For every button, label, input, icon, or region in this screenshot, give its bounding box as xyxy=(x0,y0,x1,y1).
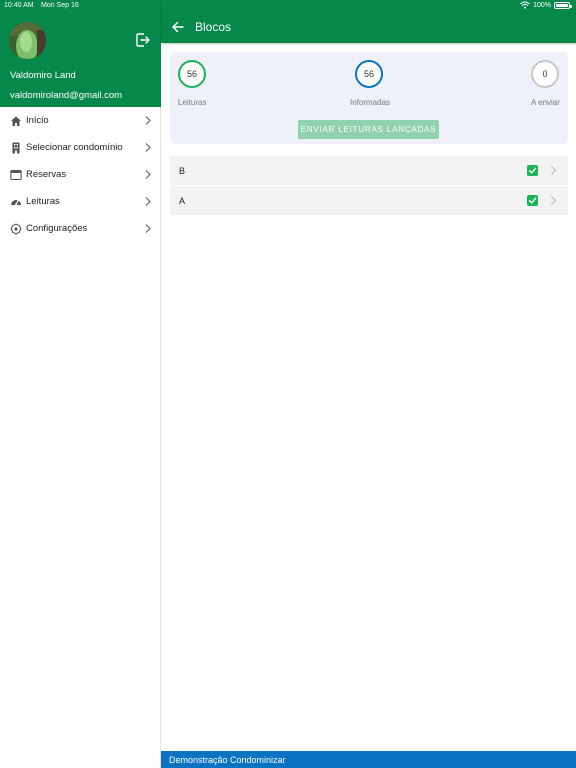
calendar-icon xyxy=(10,169,22,181)
chevron-right-icon xyxy=(551,166,557,175)
chevron-right-icon xyxy=(145,197,151,206)
a-enviar-ring: 0 xyxy=(531,60,559,88)
sidebar-item-label: Início xyxy=(26,115,49,126)
sidebar-item-label: Reservas xyxy=(26,169,67,180)
chevron-right-icon xyxy=(551,196,557,205)
stat-informadas: 56 Informadas xyxy=(350,60,391,107)
send-readings-button[interactable]: ENVIAR LEITURAS LANÇADAS xyxy=(298,120,439,139)
sidebar-item-reservas[interactable]: Reservas xyxy=(0,161,161,188)
page-title: Blocos xyxy=(195,20,232,34)
wifi-icon xyxy=(520,1,530,9)
readings-summary-card: 56 Leituras 56 Informadas 0 A enviar ENV… xyxy=(170,52,568,144)
sidebar-item-label: Configurações xyxy=(26,223,88,234)
status-date: Mon Sep 16 xyxy=(41,2,79,9)
footer-condominium-name: Demonstração Condominizar xyxy=(169,755,286,765)
back-arrow-icon[interactable] xyxy=(171,20,185,34)
sidebar-item-label: Selecionar condomínio xyxy=(26,142,123,153)
informadas-ring: 56 xyxy=(355,60,383,88)
gear-icon xyxy=(10,223,22,235)
informadas-label: Informadas xyxy=(350,98,391,107)
gauge-icon xyxy=(10,196,22,208)
logout-icon[interactable] xyxy=(135,32,151,48)
sidebar-item-configuracoes[interactable]: Configurações xyxy=(0,215,161,242)
battery-icon xyxy=(554,1,572,9)
a-enviar-label: A enviar xyxy=(531,98,560,107)
stat-a-enviar: 0 A enviar xyxy=(531,60,560,107)
sidebar: Valdomiro Land valdomiroland@gmail.com I… xyxy=(0,0,161,768)
stat-leituras: 56 Leituras xyxy=(178,60,206,107)
building-icon xyxy=(10,142,22,154)
chevron-right-icon xyxy=(145,170,151,179)
chevron-right-icon xyxy=(145,224,151,233)
battery-percent: 100% xyxy=(533,1,551,9)
status-bar: 10:40 AM Mon Sep 16 100% xyxy=(0,0,576,12)
home-icon xyxy=(10,115,22,127)
block-label: B xyxy=(179,166,186,176)
sidebar-menu: Início Selecionar condomínio Reservas Le… xyxy=(0,107,161,242)
checkbox-checked-icon xyxy=(527,195,538,206)
sidebar-item-selecionar-condominio[interactable]: Selecionar condomínio xyxy=(0,134,161,161)
profile-header: Valdomiro Land valdomiroland@gmail.com xyxy=(0,0,161,107)
sidebar-item-leituras[interactable]: Leituras xyxy=(0,188,161,215)
avatar-image xyxy=(9,22,46,59)
blocks-list: B A xyxy=(170,156,568,216)
list-item[interactable]: B xyxy=(170,156,568,185)
chevron-right-icon xyxy=(145,143,151,152)
checkbox-checked-icon xyxy=(527,165,538,176)
footer-bar: Demonstração Condominizar xyxy=(161,751,576,768)
profile-email: valdomiroland@gmail.com xyxy=(10,90,123,101)
chevron-right-icon xyxy=(145,116,151,125)
list-item[interactable]: A xyxy=(170,186,568,215)
status-time: 10:40 AM xyxy=(4,2,34,9)
sidebar-item-inicio[interactable]: Início xyxy=(0,107,161,134)
leituras-ring: 56 xyxy=(178,60,206,88)
leituras-label: Leituras xyxy=(178,98,207,107)
block-label: A xyxy=(179,196,186,206)
profile-name: Valdomiro Land xyxy=(10,70,76,81)
avatar[interactable] xyxy=(9,22,46,59)
sidebar-item-label: Leituras xyxy=(26,196,60,207)
